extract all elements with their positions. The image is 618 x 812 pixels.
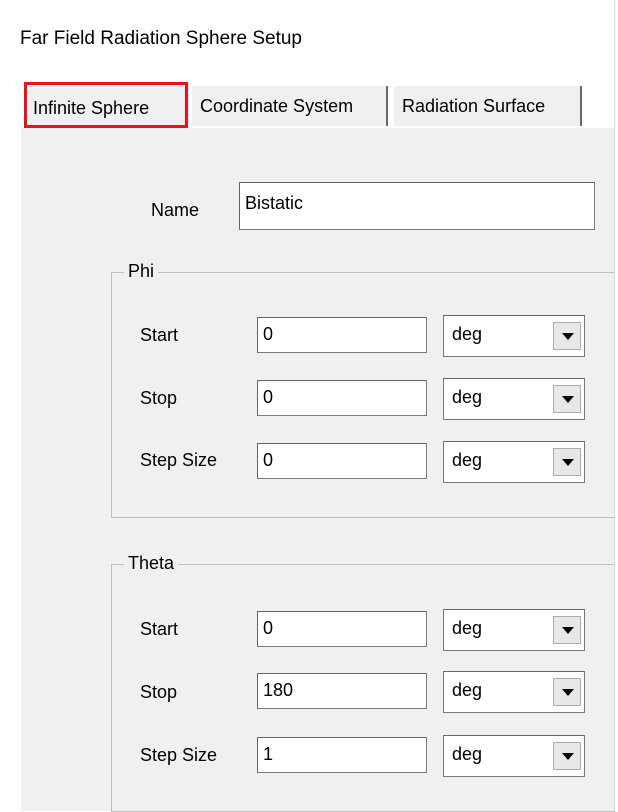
phi-step-label: Step Size — [140, 450, 218, 470]
phi-group-title: Phi — [124, 261, 159, 282]
theta-start-input[interactable]: 0 — [257, 611, 427, 647]
theta-step-unit-select[interactable]: deg — [443, 735, 585, 777]
dialog-window: Far Field Radiation Sphere Setup Infinit… — [0, 0, 618, 812]
phi-start-unit-dropdown-button[interactable] — [553, 322, 581, 350]
phi-start-unit-value: deg — [452, 324, 483, 344]
tab-bar: Infinite Sphere Coordinate System Radiat… — [20, 78, 614, 129]
theta-step-label: Step Size — [140, 745, 218, 765]
phi-group: Phi Start 0 deg Stop 0 deg Step Size 0 d… — [111, 261, 615, 518]
window-title: Far Field Radiation Sphere Setup — [20, 28, 302, 49]
theta-group-title: Theta — [124, 553, 179, 574]
phi-start-unit-select[interactable]: deg — [443, 315, 585, 357]
phi-stop-unit-value: deg — [452, 387, 483, 407]
chevron-down-icon — [562, 459, 574, 466]
phi-step-input[interactable]: 0 — [257, 443, 427, 479]
theta-step-input[interactable]: 1 — [257, 737, 427, 773]
theta-step-unit-value: deg — [452, 744, 483, 764]
chevron-down-icon — [562, 753, 574, 760]
tab-infinite-sphere[interactable]: Infinite Sphere — [24, 82, 188, 128]
chevron-down-icon — [562, 627, 574, 634]
theta-step-unit-dropdown-button[interactable] — [553, 742, 581, 770]
phi-stop-unit-dropdown-button[interactable] — [553, 385, 581, 413]
tab-panel-infinite-sphere: Name Bistatic Phi Start 0 deg Stop 0 deg… — [20, 128, 615, 812]
chevron-down-icon — [562, 689, 574, 696]
tab-coordinate-system[interactable]: Coordinate System — [192, 86, 388, 126]
phi-step-unit-select[interactable]: deg — [443, 441, 585, 483]
name-input[interactable]: Bistatic — [239, 182, 595, 230]
theta-stop-label: Stop — [140, 682, 178, 702]
phi-start-label: Start — [140, 325, 179, 345]
theta-group: Theta Start 0 deg Stop 180 deg Step Size… — [111, 553, 615, 812]
name-label: Name — [151, 200, 200, 220]
theta-stop-unit-select[interactable]: deg — [443, 671, 585, 713]
theta-start-unit-dropdown-button[interactable] — [553, 616, 581, 644]
theta-start-label: Start — [140, 619, 179, 639]
theta-start-unit-value: deg — [452, 618, 483, 638]
phi-step-unit-value: deg — [452, 450, 483, 470]
phi-step-unit-dropdown-button[interactable] — [553, 448, 581, 476]
phi-stop-label: Stop — [140, 388, 178, 408]
chevron-down-icon — [562, 396, 574, 403]
phi-stop-unit-select[interactable]: deg — [443, 378, 585, 420]
phi-start-input[interactable]: 0 — [257, 317, 427, 353]
theta-start-unit-select[interactable]: deg — [443, 609, 585, 651]
chevron-down-icon — [562, 333, 574, 340]
theta-stop-unit-value: deg — [452, 680, 483, 700]
window-right-border — [614, 0, 618, 811]
theta-stop-input[interactable]: 180 — [257, 673, 427, 709]
theta-stop-unit-dropdown-button[interactable] — [553, 678, 581, 706]
tab-radiation-surface[interactable]: Radiation Surface — [394, 86, 582, 126]
phi-stop-input[interactable]: 0 — [257, 380, 427, 416]
